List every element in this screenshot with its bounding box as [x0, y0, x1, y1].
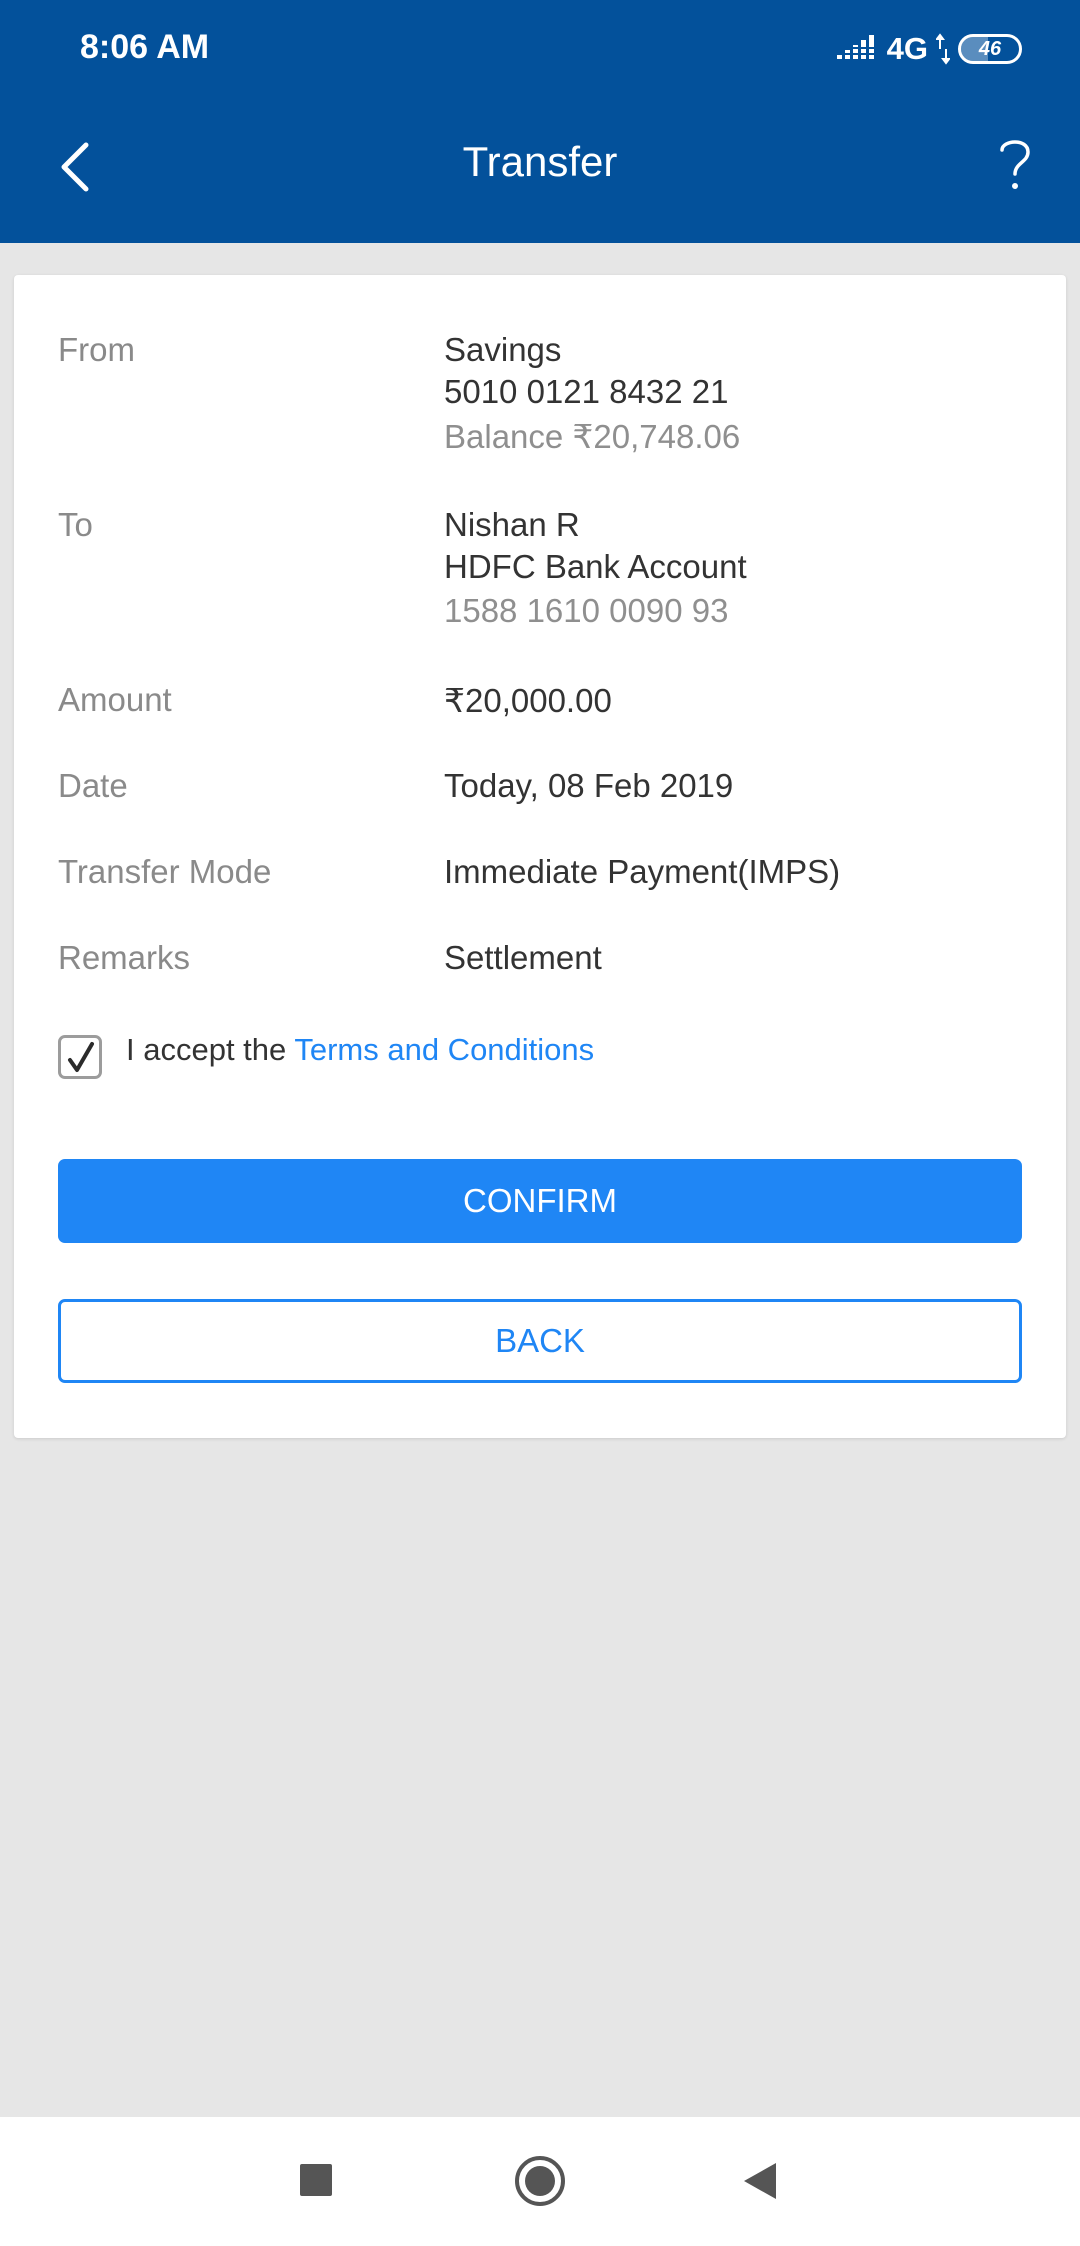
confirm-button[interactable]: CONFIRM	[58, 1159, 1022, 1243]
from-balance: Balance ₹20,748.06	[444, 418, 741, 455]
app-bar: 8:06 AM 4G 46 Transfer	[0, 0, 1080, 243]
transfer-summary-card: From Savings 5010 0121 8432 21 Balance ₹…	[14, 275, 1066, 1438]
to-label: To	[58, 506, 93, 543]
payee-account-number: 1588 1610 0090 93	[444, 592, 729, 629]
from-label: From	[58, 331, 135, 368]
battery-level: 46	[978, 38, 1002, 60]
payee-bank: HDFC Bank Account	[444, 548, 747, 585]
checkmark-icon	[68, 1042, 94, 1072]
back-nav-icon[interactable]	[742, 2161, 778, 2201]
date-label: Date	[58, 767, 128, 804]
terms-checkbox[interactable]	[58, 1035, 102, 1079]
home-icon[interactable]	[513, 2154, 567, 2208]
from-account-type: Savings	[444, 331, 562, 368]
terms-link[interactable]: Terms and Conditions	[294, 1032, 594, 1067]
battery-icon: 46	[958, 34, 1022, 64]
recent-apps-icon[interactable]	[298, 2162, 334, 2198]
terms-text: I accept the Terms and Conditions	[126, 1032, 594, 1068]
date-value: Today, 08 Feb 2019	[444, 767, 734, 804]
amount-label: Amount	[58, 681, 172, 718]
payee-name: Nishan R	[444, 506, 580, 543]
network-type: 4G	[886, 31, 928, 66]
help-icon[interactable]	[990, 132, 1040, 196]
back-button[interactable]: BACK	[58, 1299, 1022, 1383]
from-account-number: 5010 0121 8432 21	[444, 373, 729, 410]
status-time: 8:06 AM	[80, 28, 210, 66]
transfer-mode-value: Immediate Payment(IMPS)	[444, 853, 841, 890]
remarks-label: Remarks	[58, 939, 191, 976]
signal-icon	[834, 35, 879, 59]
transfer-mode-label: Transfer Mode	[58, 853, 272, 890]
status-indicators: 4G 46	[834, 30, 1022, 68]
system-navigation-bar	[0, 2117, 1080, 2246]
page-title: Transfer	[462, 138, 618, 185]
amount-value: ₹20,000.00	[444, 682, 612, 719]
terms-prefix: I accept the	[126, 1032, 287, 1067]
data-arrows-icon	[936, 33, 950, 65]
remarks-value: Settlement	[444, 939, 602, 976]
